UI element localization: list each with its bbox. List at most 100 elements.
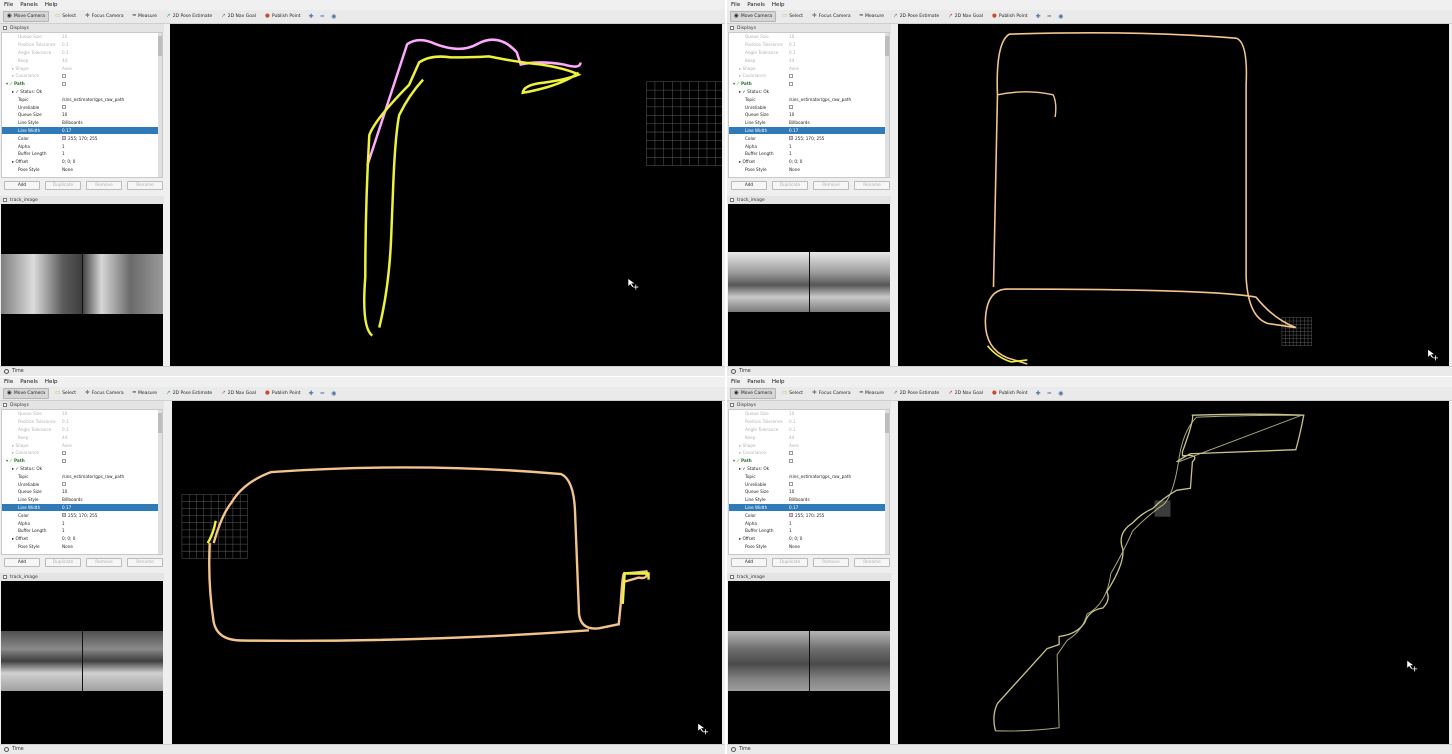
duplicate-button[interactable]: Duplicate: [772, 557, 808, 567]
unreliable-checkbox[interactable]: [789, 105, 793, 110]
prop-row[interactable]: Unreliable: [2, 480, 162, 488]
prop-row[interactable]: Queue Size 10: [729, 33, 889, 41]
duplicate-button[interactable]: Duplicate: [45, 557, 81, 567]
covariance-checkbox[interactable]: [789, 450, 793, 455]
color-swatch[interactable]: [789, 513, 793, 518]
select-tool[interactable]: ▭ Select: [52, 388, 79, 399]
path-checkbox[interactable]: [789, 81, 793, 86]
prop-row[interactable]: Line Style Billboards: [2, 119, 162, 127]
prop-row[interactable]: ▸ Covariance: [2, 449, 162, 457]
prop-row[interactable]: Queue Size 10: [2, 488, 162, 496]
menu-file[interactable]: File: [731, 2, 740, 8]
menu-help[interactable]: Help: [45, 2, 58, 8]
prop-row[interactable]: Color 255; 170; 255: [729, 511, 889, 519]
prop-row[interactable]: Pose Style None: [2, 543, 162, 551]
prop-row[interactable]: Line Style Billboards: [729, 119, 889, 127]
prop-row[interactable]: ▸ Shape Axes: [729, 64, 889, 72]
prop-row[interactable]: ▸ Offset 0; 0; 0: [2, 158, 162, 166]
focus-camera-tool[interactable]: ✛ Focus Camera: [809, 11, 854, 22]
prop-row[interactable]: Angle Tolerance 0.1: [729, 426, 889, 434]
prop-row[interactable]: ▸ Covariance: [2, 72, 162, 80]
prop-row[interactable]: Angle Tolerance 0.1: [2, 426, 162, 434]
path-display-row[interactable]: ▾ ⟋ Path: [729, 457, 889, 465]
nav-goal-tool[interactable]: ➚ 2D Nav Goal: [218, 388, 259, 399]
publish-point-tool[interactable]: ● Publish Point: [262, 11, 303, 22]
select-tool[interactable]: ▭ Select: [52, 11, 79, 22]
settings-tool-icon[interactable]: ◉: [1056, 13, 1065, 20]
prop-row[interactable]: ▸ Offset 0; 0; 0: [729, 158, 889, 166]
prop-row[interactable]: Keep 44: [2, 433, 162, 441]
menu-file[interactable]: File: [4, 2, 13, 8]
rename-button[interactable]: Rename: [127, 180, 163, 190]
3d-view[interactable]: [898, 401, 1449, 744]
line-width-row[interactable]: Line Width 0.17: [729, 126, 889, 135]
publish-point-tool[interactable]: ● Publish Point: [989, 388, 1030, 399]
menu-help[interactable]: Help: [772, 379, 785, 385]
remove-button[interactable]: Remove: [86, 557, 122, 567]
add-tool-icon[interactable]: ✚: [307, 390, 316, 397]
focus-camera-tool[interactable]: ✛ Focus Camera: [809, 388, 854, 399]
prop-row[interactable]: Keep 44: [729, 433, 889, 441]
add-button[interactable]: Add: [731, 557, 767, 567]
focus-camera-tool[interactable]: ✛ Focus Camera: [82, 388, 127, 399]
tree-scrollbar[interactable]: [158, 33, 162, 177]
prop-row[interactable]: Unreliable: [2, 103, 162, 111]
prop-row[interactable]: Buffer Length 1: [2, 150, 162, 158]
unreliable-checkbox[interactable]: [62, 105, 66, 110]
nav-goal-tool[interactable]: ➚ 2D Nav Goal: [218, 11, 259, 22]
remove-tool-icon[interactable]: ━: [319, 390, 327, 397]
select-tool[interactable]: ▭ Select: [779, 11, 806, 22]
move-camera-tool[interactable]: ◉ Move Camera: [3, 388, 49, 399]
prop-row[interactable]: Alpha 1: [729, 142, 889, 150]
pose-estimate-tool[interactable]: ➚ 2D Pose Estimate: [163, 11, 215, 22]
add-button[interactable]: Add: [4, 557, 40, 567]
prop-row[interactable]: ▸ Offset 0; 0; 0: [729, 535, 889, 543]
prop-row[interactable]: Buffer Length 1: [729, 150, 889, 158]
prop-row[interactable]: ▸ Shape Axes: [2, 441, 162, 449]
menu-panels[interactable]: Panels: [747, 379, 765, 385]
publish-point-tool[interactable]: ● Publish Point: [262, 388, 303, 399]
displays-tree[interactable]: Queue Size 10 Position Tolerance 0.1 Angle…: [1, 32, 163, 178]
prop-row[interactable]: ▸ Offset 0; 0; 0: [2, 535, 162, 543]
tree-scrollbar[interactable]: [158, 410, 162, 554]
3d-view[interactable]: [172, 401, 722, 744]
scroll-thumb[interactable]: [158, 36, 162, 56]
rename-button[interactable]: Rename: [854, 557, 890, 567]
measure-tool[interactable]: ═ Measure: [130, 11, 160, 22]
prop-row[interactable]: Position Tolerance 0.1: [2, 418, 162, 426]
prop-row[interactable]: Color 255; 170; 255: [2, 511, 162, 519]
menu-panels[interactable]: Panels: [747, 2, 765, 8]
status-row[interactable]: ▸ ✓ Status: Ok: [2, 88, 162, 96]
prop-row[interactable]: Alpha 1: [729, 519, 889, 527]
tree-scrollbar[interactable]: [885, 410, 889, 554]
settings-tool-icon[interactable]: ◉: [329, 390, 338, 397]
status-row[interactable]: ▸ ✓ Status: Ok: [729, 88, 889, 96]
render-canvas[interactable]: [170, 24, 722, 366]
prop-row[interactable]: Queue Size 10: [729, 111, 889, 119]
add-button[interactable]: Add: [4, 180, 40, 190]
add-tool-icon[interactable]: ✚: [1034, 13, 1043, 20]
prop-row[interactable]: Queue Size 10: [2, 33, 162, 41]
prop-row[interactable]: Buffer Length 1: [2, 527, 162, 535]
render-canvas[interactable]: [898, 24, 1449, 366]
prop-row[interactable]: Pose Style None: [2, 166, 162, 174]
measure-tool[interactable]: ═ Measure: [857, 11, 887, 22]
pose-estimate-tool[interactable]: ➚ 2D Pose Estimate: [163, 388, 215, 399]
path-display-row[interactable]: ▾ ⟋ Path: [2, 457, 162, 465]
prop-row[interactable]: ▸ Shape Axes: [729, 441, 889, 449]
rename-button[interactable]: Rename: [127, 557, 163, 567]
prop-row[interactable]: Unreliable: [729, 480, 889, 488]
prop-row[interactable]: Pose Style None: [729, 543, 889, 551]
duplicate-button[interactable]: Duplicate: [45, 180, 81, 190]
menu-panels[interactable]: Panels: [20, 379, 38, 385]
3d-view[interactable]: [170, 24, 722, 366]
prop-row[interactable]: Line Style Billboards: [2, 496, 162, 504]
prop-row[interactable]: Queue Size 10: [2, 111, 162, 119]
prop-row[interactable]: Position Tolerance 0.1: [729, 418, 889, 426]
3d-view[interactable]: [898, 24, 1449, 366]
duplicate-button[interactable]: Duplicate: [772, 180, 808, 190]
prop-row[interactable]: Topic/sins_estimator/gps_raw_path: [2, 95, 162, 103]
focus-camera-tool[interactable]: ✛ Focus Camera: [82, 11, 127, 22]
displays-tree[interactable]: Queue Size 10 Position Tolerance 0.1 Angle…: [728, 409, 890, 555]
remove-tool-icon[interactable]: ━: [1046, 390, 1054, 397]
